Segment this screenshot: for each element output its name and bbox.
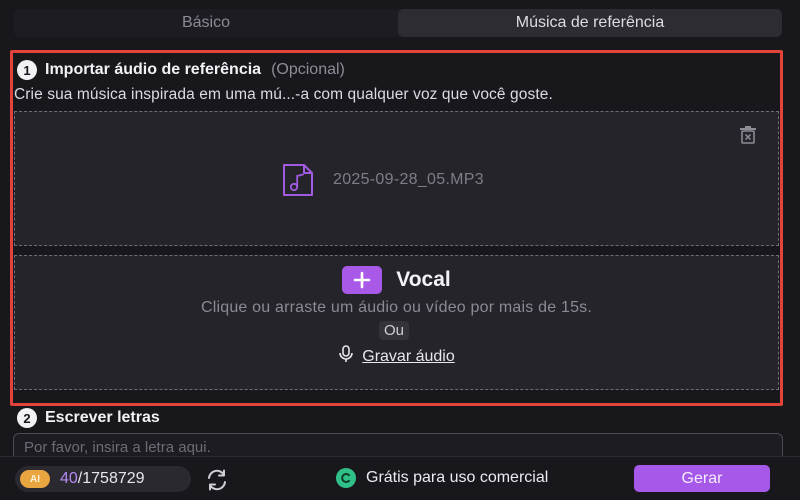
free-commercial-label: Grátis para uso comercial (366, 469, 549, 486)
generate-button[interactable]: Gerar (634, 465, 770, 492)
reference-file-zone[interactable]: 2025-09-28_05.MP3 (14, 111, 779, 246)
credits-used: 40 (60, 470, 78, 487)
import-title-text: Importar áudio de referência (45, 61, 262, 78)
trash-icon[interactable] (737, 124, 759, 146)
upload-hint: Clique ou arraste um áudio ou vídeo por … (200, 299, 593, 316)
music-reference-panel: Básico Música de referência 1 Importar á… (0, 0, 800, 500)
import-description: Crie sua música inspirada em uma mú...-a… (14, 86, 553, 103)
ai-credits-icon: AI (20, 470, 50, 488)
vocal-upload-zone[interactable]: Vocal Clique ou arraste um áudio ou víde… (14, 255, 779, 390)
vocal-label: Vocal (396, 268, 451, 291)
vocal-header: Vocal (15, 266, 778, 294)
import-section-title: 1 Importar áudio de referência (Opcional… (17, 60, 345, 80)
bottom-bar: AI 40/1758729 Grátis para uso comercial … (0, 456, 800, 500)
tab-basic[interactable]: Básico (14, 9, 398, 37)
file-row: 2025-09-28_05.MP3 (279, 162, 484, 198)
lyrics-section-title: 2 Escrever letras (17, 408, 160, 428)
music-file-icon (279, 162, 319, 198)
microphone-icon (338, 345, 354, 368)
record-audio: Gravar áudio (15, 345, 778, 368)
credits-total: /1758729 (77, 470, 145, 487)
credits-pill: AI 40/1758729 (15, 466, 191, 492)
commercial-c-icon (336, 468, 356, 488)
optional-label: (Opcional) (271, 61, 345, 78)
refresh-icon[interactable] (204, 468, 230, 492)
lyrics-title-text: Escrever letras (45, 409, 160, 426)
mode-tabs: Básico Música de referência (14, 9, 782, 37)
tab-reference-music[interactable]: Música de referência (398, 9, 782, 37)
or-separator: Ou (379, 321, 410, 340)
step-2-badge: 2 (17, 408, 37, 428)
record-audio-link[interactable]: Gravar áudio (362, 348, 455, 366)
credits-count: 40/1758729 (60, 470, 145, 488)
file-name: 2025-09-28_05.MP3 (333, 171, 484, 188)
step-1-badge: 1 (17, 60, 37, 80)
free-commercial-badge: Grátis para uso comercial (336, 468, 548, 488)
add-vocal-button[interactable] (342, 266, 383, 294)
